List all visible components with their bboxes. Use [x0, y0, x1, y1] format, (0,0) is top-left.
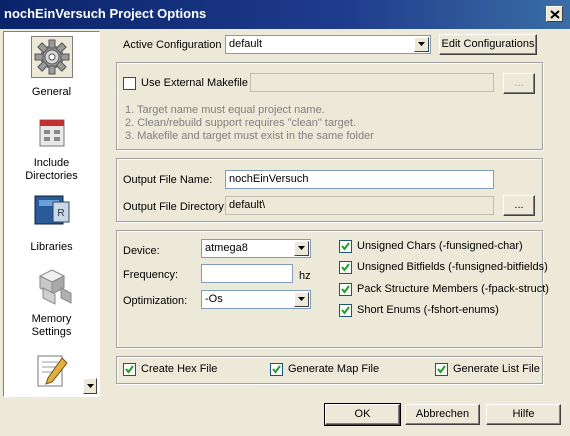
sidebar-item-label: Libraries	[30, 241, 73, 253]
makefile-note: 2. Clean/rebuild support requires "clean…	[125, 117, 356, 129]
edit-configurations-button[interactable]: Edit Configurations	[439, 34, 537, 55]
generate-list-file-checkbox[interactable]	[435, 363, 448, 376]
optimization-value: -Os	[205, 293, 223, 305]
close-button[interactable]	[546, 6, 563, 22]
sidebar-item-libraries[interactable]: R Libraries	[4, 186, 99, 256]
makefile-note: 1. Target name must equal project name.	[125, 104, 325, 116]
short-enums-checkbox[interactable]	[339, 304, 352, 317]
pack-structure-members-label: Pack Structure Members (-fpack-struct)	[357, 283, 549, 295]
use-external-makefile-checkbox[interactable]	[123, 77, 136, 90]
output-directory-browse-button[interactable]: ...	[503, 195, 535, 216]
optimization-label: Optimization:	[123, 295, 188, 307]
custom-options-icon	[31, 352, 73, 394]
checkmark-icon	[341, 263, 350, 272]
device-label: Device:	[123, 245, 160, 257]
help-button[interactable]: Hilfe	[486, 404, 561, 425]
include-directories-icon	[31, 114, 73, 156]
makefile-note: 3. Makefile and target must exist in the…	[125, 130, 374, 142]
create-hex-file-label: Create Hex File	[141, 363, 218, 375]
optimization-select[interactable]: -Os	[201, 290, 311, 309]
frequency-input[interactable]	[201, 264, 293, 283]
generate-map-file-label: Generate Map File	[288, 363, 380, 375]
use-external-makefile-label: Use External Makefile	[141, 77, 248, 89]
close-icon	[550, 10, 560, 19]
memory-settings-icon	[31, 266, 73, 308]
pack-structure-members-checkbox[interactable]	[339, 283, 352, 296]
gear-icon	[31, 36, 73, 78]
active-configuration-select[interactable]: default	[225, 35, 431, 54]
unsigned-chars-label: Unsigned Chars (-funsigned-char)	[357, 240, 523, 252]
checkmark-icon	[341, 242, 350, 251]
chevron-down-icon	[298, 246, 305, 250]
sidebar-item-general[interactable]: General	[4, 32, 99, 102]
frequency-label: Frequency:	[123, 269, 179, 281]
output-file-name-input[interactable]: nochEinVersuch	[225, 170, 494, 189]
ok-button[interactable]: OK	[324, 403, 401, 426]
dropdown-button[interactable]	[414, 37, 429, 52]
generate-list-file-label: Generate List File	[453, 363, 540, 375]
libraries-icon: R	[31, 188, 73, 230]
svg-text:R: R	[57, 208, 64, 219]
chevron-down-icon	[87, 384, 94, 388]
output-file-directory-input[interactable]: default\	[225, 196, 494, 215]
frequency-unit: hz	[299, 270, 311, 282]
checkmark-icon	[341, 306, 350, 315]
dropdown-button[interactable]	[294, 241, 309, 256]
unsigned-bitfields-checkbox[interactable]	[339, 261, 352, 274]
generate-map-file-checkbox[interactable]	[270, 363, 283, 376]
title-bar[interactable]: nochEinVersuch Project Options	[0, 0, 570, 29]
output-file-name-label: Output File Name:	[123, 174, 213, 186]
cancel-button[interactable]: Abbrechen	[405, 404, 480, 425]
dropdown-button[interactable]	[294, 292, 309, 307]
chevron-down-icon	[418, 42, 425, 46]
unsigned-bitfields-label: Unsigned Bitfields (-funsigned-bitfields…	[357, 261, 548, 273]
project-options-dialog: nochEinVersuch Project Options General I…	[0, 0, 570, 436]
window-title: nochEinVersuch Project Options	[4, 6, 207, 21]
sidebar-item-label: Memory Settings	[31, 313, 72, 338]
sidebar-item-memory-settings[interactable]: Memory Settings	[4, 262, 99, 342]
chevron-down-icon	[298, 297, 305, 301]
makefile-browse-button[interactable]: ...	[503, 73, 535, 94]
active-configuration-label: Active Configuration	[123, 39, 222, 51]
checkmark-icon	[125, 365, 134, 374]
makefile-path-input[interactable]	[250, 73, 494, 92]
device-value: atmega8	[205, 242, 248, 254]
create-hex-file-checkbox[interactable]	[123, 363, 136, 376]
active-configuration-value: default	[229, 38, 263, 50]
sidebar-item-include-directories[interactable]: Include Directories	[4, 110, 99, 182]
output-file-directory-label: Output File Directory:	[123, 201, 227, 213]
sidebar-item-label: Include Directories	[25, 157, 78, 182]
checkmark-icon	[272, 365, 281, 374]
checkmark-icon	[341, 285, 350, 294]
sidebar-item-label: General	[31, 86, 72, 98]
device-select[interactable]: atmega8	[201, 239, 311, 258]
short-enums-label: Short Enums (-fshort-enums)	[357, 304, 499, 316]
unsigned-chars-checkbox[interactable]	[339, 240, 352, 253]
checkmark-icon	[437, 365, 446, 374]
sidebar-scroll-down-button[interactable]	[83, 378, 97, 394]
category-sidebar: General Include Directories R Libraries …	[3, 31, 100, 397]
